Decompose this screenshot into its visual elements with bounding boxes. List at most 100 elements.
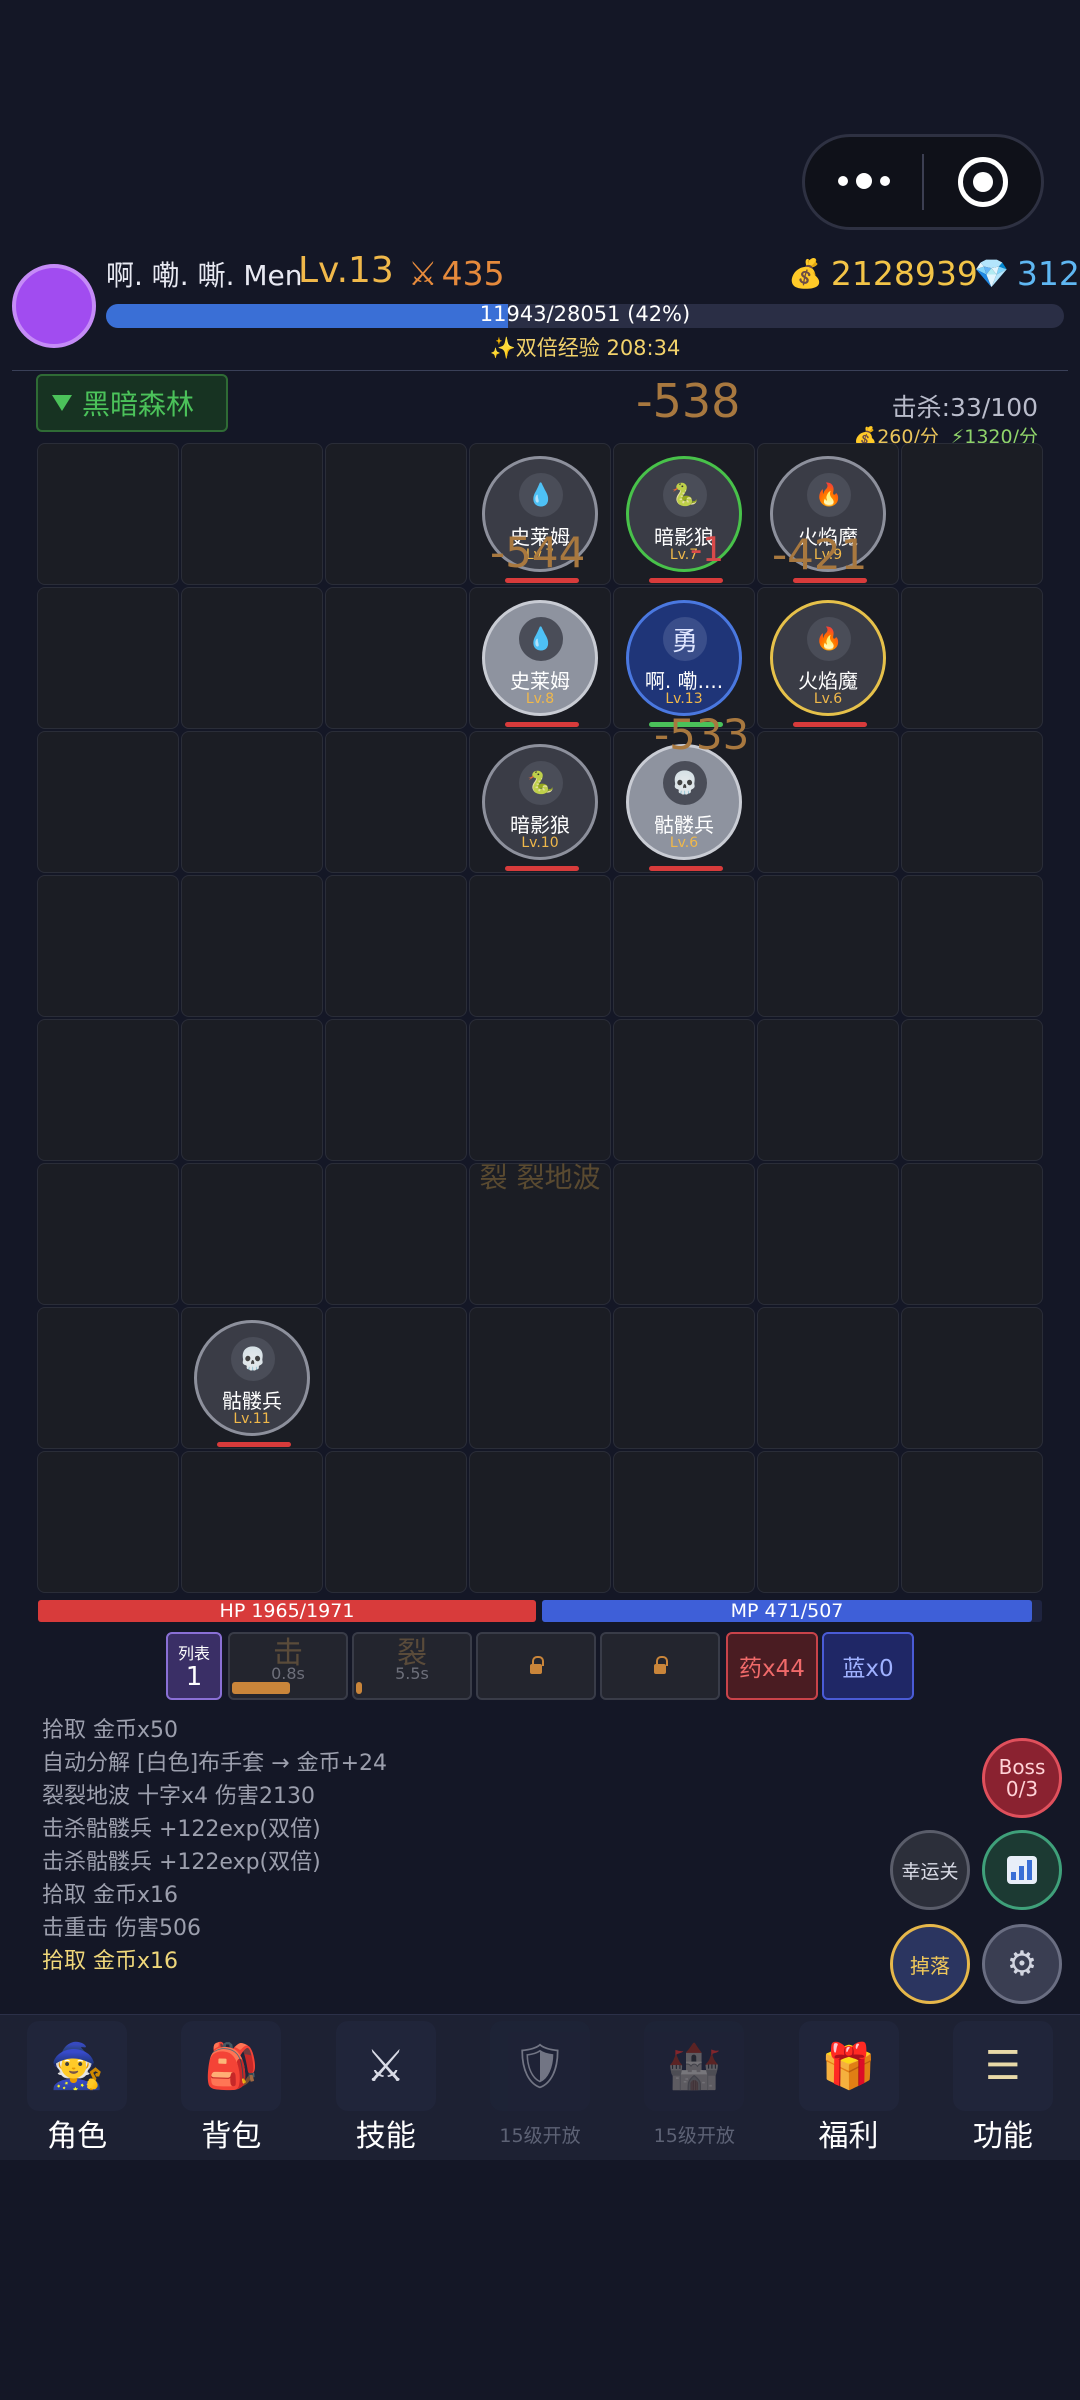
monster-unit[interactable]: 🔥 火焰魔 Lv.9: [770, 456, 886, 583]
grid-cell[interactable]: [181, 1019, 323, 1161]
grid-cell[interactable]: [901, 443, 1043, 585]
hp-potion-button[interactable]: 药x44: [726, 1632, 818, 1700]
log-line: 拾取 金币x50: [42, 1718, 179, 1743]
grid-cell[interactable]: [901, 875, 1043, 1017]
gem-stat: 💎 312: [974, 254, 1080, 293]
grid-cell[interactable]: [181, 587, 323, 729]
monster-unit[interactable]: 🔥 火焰魔 Lv.6: [770, 600, 886, 727]
grid-cell[interactable]: [181, 443, 323, 585]
unit-name: 暗影狼: [654, 525, 714, 549]
monster-unit[interactable]: 🐍 暗影狼 Lv.7: [626, 456, 742, 583]
nav-functions[interactable]: ☰ 功能: [926, 2015, 1080, 2161]
grid-cell[interactable]: [181, 1451, 323, 1593]
grid-cell[interactable]: [901, 731, 1043, 873]
grid-cell[interactable]: [181, 731, 323, 873]
grid-cell[interactable]: [469, 1451, 611, 1593]
grid-cell[interactable]: [757, 1307, 899, 1449]
grid-cell[interactable]: [613, 1307, 755, 1449]
log-line: 裂裂地波 十字x4 伤害2130: [42, 1784, 315, 1809]
locked-skill-slot[interactable]: [476, 1632, 596, 1700]
nav-welfare[interactable]: 🎁 福利: [771, 2015, 925, 2161]
settings-button[interactable]: ⚙: [982, 1924, 1062, 2004]
grid-cell[interactable]: [325, 1019, 467, 1161]
more-menu-button[interactable]: [805, 172, 922, 189]
grid-cell[interactable]: [469, 875, 611, 1017]
mp-potion-button[interactable]: 蓝x0: [822, 1632, 914, 1700]
grid-cell[interactable]: [901, 1451, 1043, 1593]
grid-cell[interactable]: [325, 1451, 467, 1593]
skill-strike-cooldown: 0.8s: [271, 1664, 305, 1683]
gem-value: 312: [1016, 254, 1080, 293]
gold-stat: 💰 2128939: [788, 254, 978, 293]
nav-locked-shield[interactable]: 🛡 15级开放: [463, 2015, 617, 2161]
grid-cell[interactable]: [757, 875, 899, 1017]
diamond-icon: 💎: [974, 257, 1009, 290]
monster-unit[interactable]: 💧 史莱姆 Lv.7: [482, 456, 598, 583]
unit-level: Lv.9: [813, 547, 843, 563]
grid-cell[interactable]: [325, 587, 467, 729]
money-bag-icon: 💰: [788, 257, 823, 290]
grid-cell[interactable]: [325, 1307, 467, 1449]
grid-cell[interactable]: [181, 875, 323, 1017]
grid-cell[interactable]: [901, 587, 1043, 729]
grid-cell[interactable]: [325, 875, 467, 1017]
exp-text: 11943/28051 (42%): [479, 302, 691, 326]
triangle-down-icon: [52, 395, 72, 411]
skill-list-count: 1: [185, 1662, 203, 1692]
attack-value: 435: [441, 254, 505, 293]
grid-cell[interactable]: [901, 1307, 1043, 1449]
skill-list-button[interactable]: 列表 1: [166, 1632, 222, 1700]
grid-cell[interactable]: [37, 1451, 179, 1593]
zone-selector[interactable]: 黑暗森林: [36, 374, 228, 432]
grid-cell[interactable]: [469, 1307, 611, 1449]
unit-level: Lv.7: [525, 547, 555, 563]
nav-skills[interactable]: ⚔ 技能: [309, 2015, 463, 2161]
grid-cell[interactable]: [757, 731, 899, 873]
unit-level: Lv.6: [813, 691, 843, 707]
grid-cell[interactable]: [37, 443, 179, 585]
drop-button[interactable]: 掉落: [890, 1924, 970, 2004]
grid-cell[interactable]: [37, 587, 179, 729]
unit-hp-bar: [505, 578, 579, 583]
player-unit[interactable]: 勇啊. 嘞.... Lv.13: [626, 600, 742, 727]
nav-label: 功能: [972, 2119, 1033, 2154]
boss-button[interactable]: Boss 0/3: [982, 1738, 1062, 1818]
unit-name: 史莱姆: [510, 525, 570, 549]
grid-cell[interactable]: [37, 1307, 179, 1449]
nav-label: 福利: [818, 2119, 879, 2154]
lucky-stage-button[interactable]: 幸运关: [890, 1830, 970, 1910]
grid-cell[interactable]: [613, 1019, 755, 1161]
grid-cell[interactable]: [469, 1019, 611, 1161]
stats-button[interactable]: [982, 1830, 1062, 1910]
close-mini-program-button[interactable]: [924, 157, 1041, 207]
unit-name: 史莱姆: [510, 669, 570, 693]
grid-cell[interactable]: [901, 1019, 1043, 1161]
unit-face-icon: 🐍: [519, 761, 563, 805]
avatar[interactable]: [12, 264, 96, 348]
monster-unit[interactable]: 🐍 暗影狼 Lv.10: [482, 744, 598, 871]
attack-stat: ⚔ 435: [408, 254, 505, 293]
locked-skill-slot[interactable]: [600, 1632, 720, 1700]
monster-unit[interactable]: 💧 史莱姆 Lv.8: [482, 600, 598, 727]
header-divider: [12, 370, 1068, 371]
grid-cell[interactable]: [325, 731, 467, 873]
nav-character[interactable]: 🧙 角色: [0, 2015, 154, 2161]
monster-unit[interactable]: 💀 骷髅兵 Lv.11: [194, 1320, 310, 1447]
grid-cell[interactable]: [613, 875, 755, 1017]
grid-cell[interactable]: [37, 731, 179, 873]
skill-slot-strike[interactable]: 击 0.8s: [228, 1632, 348, 1700]
grid-cell[interactable]: [613, 1451, 755, 1593]
monster-unit[interactable]: 💀 骷髅兵 Lv.6: [626, 744, 742, 871]
skill-slot-fissure[interactable]: 裂 5.5s: [352, 1632, 472, 1700]
grid-cell[interactable]: [325, 443, 467, 585]
nav-backpack[interactable]: 🎒 背包: [154, 2015, 308, 2161]
nav-label: 15级开放: [653, 2125, 735, 2147]
unit-hp-bar: [649, 722, 723, 727]
player-name: 啊. 嘞. 嘶. Men: [106, 259, 303, 292]
grid-cell[interactable]: [757, 1451, 899, 1593]
grid-cell[interactable]: [37, 1019, 179, 1161]
nav-locked-castle[interactable]: 🏰 15级开放: [617, 2015, 771, 2161]
target-icon: [957, 157, 1008, 207]
grid-cell[interactable]: [757, 1019, 899, 1161]
grid-cell[interactable]: [37, 875, 179, 1017]
